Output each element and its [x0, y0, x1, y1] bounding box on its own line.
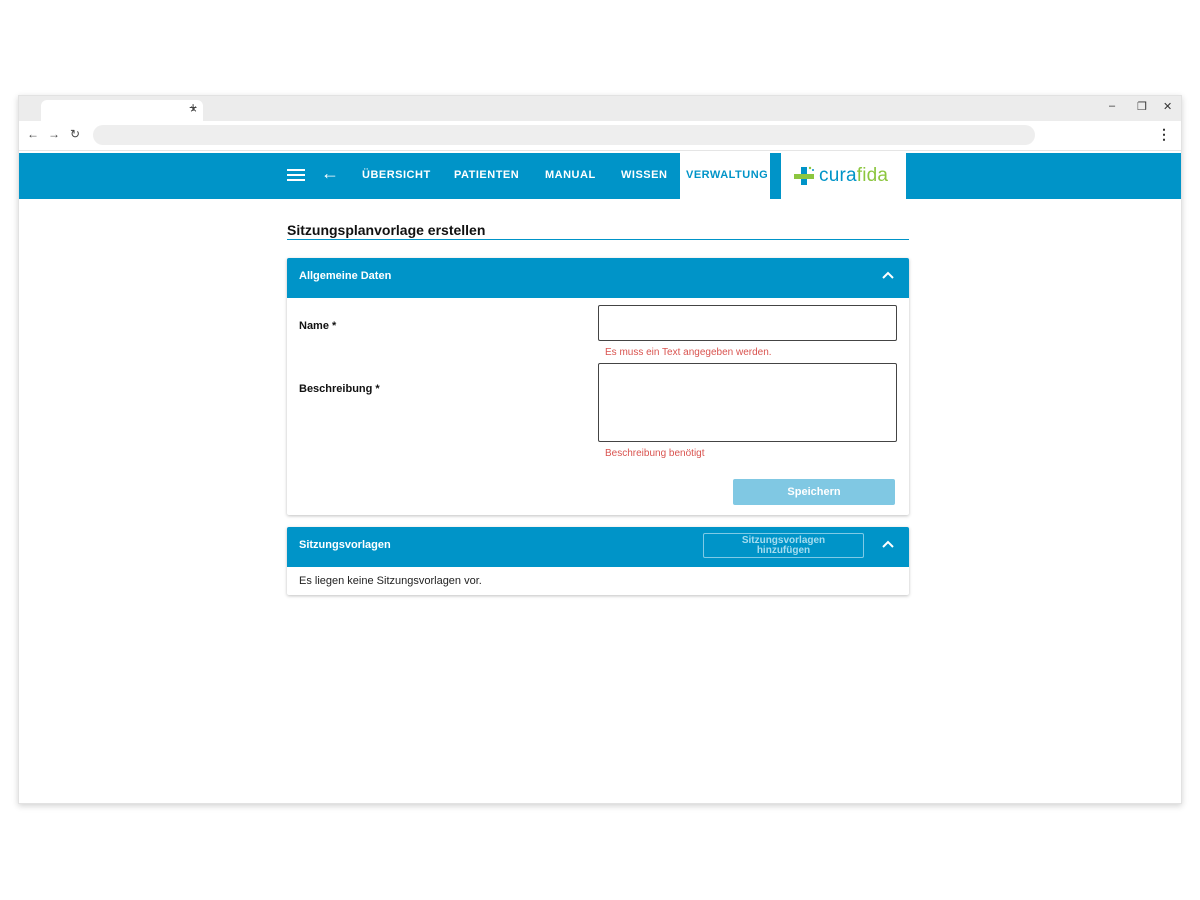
hamburger-menu-icon[interactable] [287, 166, 305, 184]
general-data-header[interactable]: Allgemeine Daten [287, 258, 909, 298]
chevron-up-icon[interactable] [881, 537, 895, 551]
tab-strip: × + – ❐ ✕ [19, 96, 1181, 121]
window-close-icon[interactable]: ✕ [1163, 100, 1172, 113]
title-divider [287, 239, 909, 240]
address-bar[interactable] [93, 125, 1035, 145]
add-sessions-label-line2: hinzufügen [756, 545, 811, 556]
description-error: Beschreibung benötigt [605, 448, 705, 459]
add-sessions-button[interactable]: Sitzungsvorlagen hinzufügen [703, 533, 864, 558]
description-textarea[interactable] [598, 363, 897, 442]
browser-menu-icon[interactable]: ⋮ [1157, 126, 1171, 143]
nav-patienten[interactable]: PATIENTEN [454, 169, 519, 181]
nav-verwaltung[interactable]: VERWALTUNG [680, 153, 770, 199]
logo: curafida [781, 153, 906, 199]
logo-cross-icon [794, 166, 814, 185]
browser-window: × + – ❐ ✕ ← → ↻ ⋮ ← ÜBERSICHT PATIENTEN … [18, 95, 1182, 804]
reload-icon[interactable]: ↻ [70, 127, 80, 141]
logo-text-cura: cura [819, 165, 857, 186]
name-label: Name * [299, 320, 337, 332]
browser-tab[interactable]: × [41, 100, 203, 121]
app-header: ← ÜBERSICHT PATIENTEN MANUAL WISSEN VERW… [19, 153, 1181, 199]
restore-icon[interactable]: ❐ [1137, 100, 1147, 113]
description-label: Beschreibung * [299, 383, 380, 395]
name-input[interactable] [598, 305, 897, 341]
sessions-panel: Sitzungsvorlagen Sitzungsvorlagen hinzuf… [287, 527, 909, 595]
save-button[interactable]: Speichern [733, 479, 895, 505]
back-arrow-icon[interactable]: ← [321, 163, 339, 184]
nav-manual[interactable]: MANUAL [545, 169, 596, 181]
general-data-title: Allgemeine Daten [299, 270, 392, 282]
nav-wissen[interactable]: WISSEN [621, 169, 667, 181]
sessions-empty-message: Es liegen keine Sitzungsvorlagen vor. [299, 575, 482, 587]
page-title: Sitzungsplanvorlage erstellen [287, 222, 486, 238]
minimize-icon[interactable]: – [1109, 100, 1115, 112]
name-error: Es muss ein Text angegeben werden. [605, 347, 772, 358]
sessions-title: Sitzungsvorlagen [299, 539, 391, 551]
forward-icon[interactable]: → [48, 127, 60, 141]
chevron-up-icon[interactable] [881, 268, 895, 282]
browser-toolbar: ← → ↻ ⋮ [19, 121, 1181, 151]
sessions-header[interactable]: Sitzungsvorlagen Sitzungsvorlagen hinzuf… [287, 527, 909, 567]
new-tab-icon[interactable]: + [189, 99, 197, 115]
general-data-panel: Allgemeine Daten Name * Es muss ein Text… [287, 258, 909, 515]
nav-uebersicht[interactable]: ÜBERSICHT [362, 169, 431, 181]
nav-verwaltung-label: VERWALTUNG [686, 169, 769, 181]
logo-text-fida: fida [856, 165, 889, 186]
back-icon[interactable]: ← [27, 127, 39, 141]
